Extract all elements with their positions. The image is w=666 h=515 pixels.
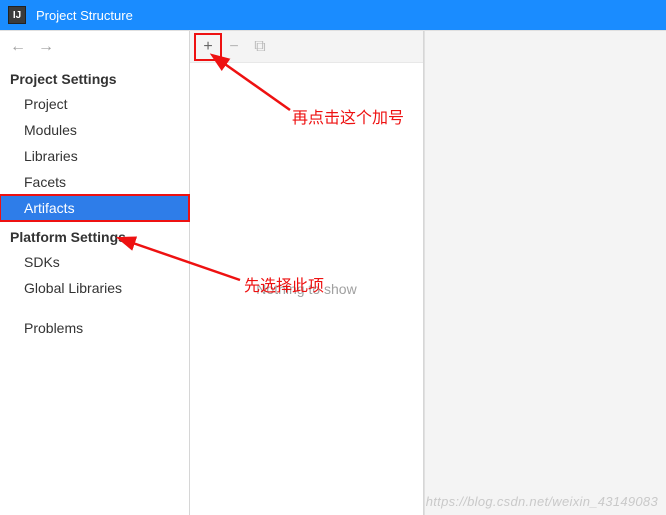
- mid-panel: + − ⧉ Nothing to show: [190, 31, 424, 515]
- section-header-platform-settings: Platform Settings: [0, 221, 189, 249]
- empty-state: Nothing to show: [190, 63, 423, 515]
- sidebar: ← → Project Settings Project Modules Lib…: [0, 31, 190, 515]
- sidebar-item-libraries[interactable]: Libraries: [0, 143, 189, 169]
- copy-button[interactable]: ⧉: [248, 35, 272, 59]
- copy-icon: ⧉: [254, 38, 265, 56]
- section-header-project-settings: Project Settings: [0, 63, 189, 91]
- watermark: https://blog.csdn.net/weixin_43149083: [426, 494, 658, 509]
- titlebar: IJ Project Structure: [0, 0, 666, 30]
- right-panel: [424, 31, 666, 515]
- app-icon: IJ: [8, 6, 26, 24]
- empty-text: Nothing to show: [256, 281, 356, 297]
- window-title: Project Structure: [36, 8, 133, 23]
- sidebar-item-project[interactable]: Project: [0, 91, 189, 117]
- forward-button[interactable]: →: [34, 35, 58, 59]
- add-button[interactable]: +: [196, 35, 220, 59]
- back-button[interactable]: ←: [6, 35, 30, 59]
- sidebar-item-facets[interactable]: Facets: [0, 169, 189, 195]
- plus-icon: +: [203, 38, 212, 56]
- body: ← → Project Settings Project Modules Lib…: [0, 30, 666, 515]
- sidebar-item-modules[interactable]: Modules: [0, 117, 189, 143]
- sidebar-item-global-libraries[interactable]: Global Libraries: [0, 275, 189, 301]
- mid-toolbar: + − ⧉: [190, 31, 423, 63]
- sidebar-item-sdks[interactable]: SDKs: [0, 249, 189, 275]
- nav-buttons: ← →: [0, 31, 189, 63]
- sidebar-item-artifacts[interactable]: Artifacts: [0, 195, 189, 221]
- remove-button[interactable]: −: [222, 35, 246, 59]
- minus-icon: −: [229, 38, 238, 56]
- sidebar-item-problems[interactable]: Problems: [0, 315, 189, 341]
